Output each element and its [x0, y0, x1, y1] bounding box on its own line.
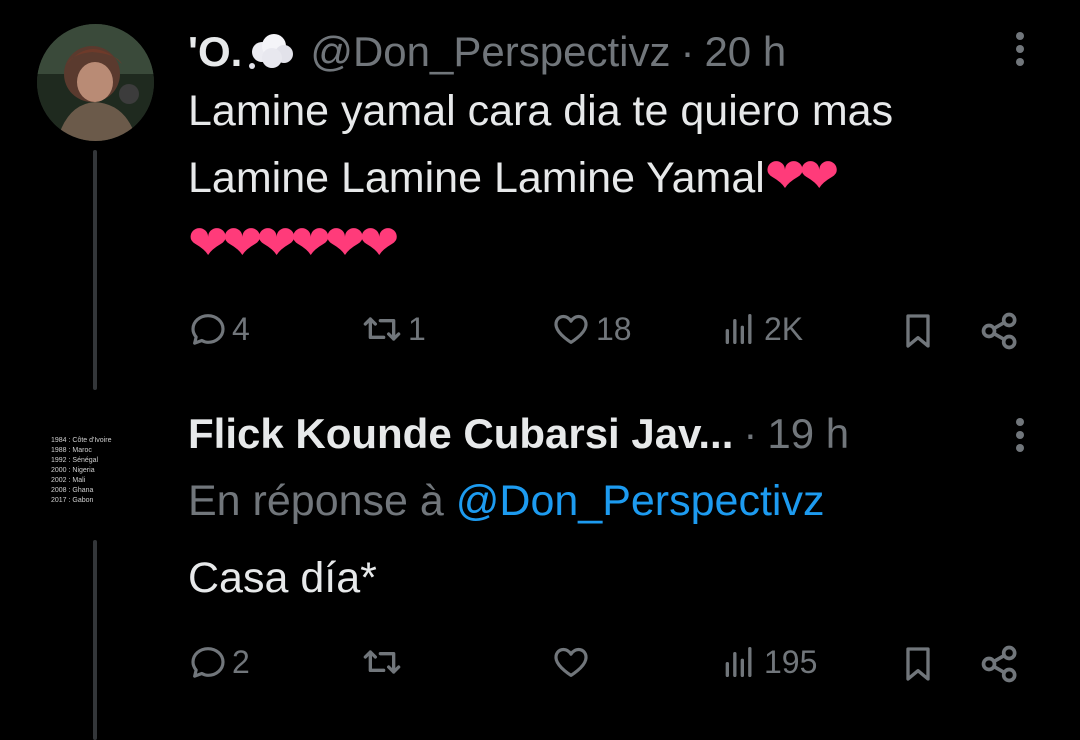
- avatar[interactable]: [37, 24, 154, 141]
- thread-line: [93, 540, 97, 740]
- views-count: 195: [764, 643, 818, 680]
- avatar-image: [37, 24, 154, 141]
- bookmark-button[interactable]: [898, 309, 938, 353]
- views-button[interactable]: 195: [718, 642, 817, 682]
- separator: ·: [743, 410, 758, 457]
- tweet-header: 'O. @Don_Perspectivz · 20 h: [188, 26, 786, 76]
- reply-context: En réponse à @Don_Perspectivz: [188, 468, 824, 534]
- views-icon: [725, 647, 752, 677]
- action-bar: 2 195: [188, 638, 1038, 688]
- handle[interactable]: @Don_Perspectivz: [310, 28, 670, 76]
- heart-emoji-row: ❤❤❤❤❤❤: [188, 217, 399, 270]
- thread-line: [93, 150, 97, 390]
- share-button[interactable]: [978, 642, 1022, 686]
- share-icon: [981, 312, 1017, 350]
- repost-icon: [363, 650, 401, 674]
- reply-count: 4: [232, 310, 250, 347]
- like-count: 18: [596, 310, 632, 347]
- more-options-icon[interactable]: [1015, 32, 1025, 71]
- tweet-header: Flick Kounde Cubarsi Jav... · 19 h: [188, 410, 849, 458]
- heart-emoji-inline: ❤❤: [764, 150, 839, 203]
- more-options-icon[interactable]: [1015, 418, 1025, 457]
- tweet-1[interactable]: 'O. @Don_Perspectivz · 20 h Lamine yamal…: [0, 0, 1080, 390]
- repost-button[interactable]: [360, 642, 408, 682]
- heart-icon: [554, 314, 588, 344]
- separator: ·: [680, 28, 695, 75]
- like-button[interactable]: 18: [550, 309, 632, 349]
- views-button[interactable]: 2K: [718, 309, 803, 349]
- reply-prefix: En réponse à: [188, 477, 444, 525]
- bookmark-icon: [906, 314, 930, 348]
- avatar-image: 1984 : Côte d'Ivoire 1988 : Maroc 1992 :…: [51, 437, 112, 504]
- display-name[interactable]: 'O.: [188, 28, 242, 76]
- bookmark-icon: [906, 647, 930, 681]
- share-button[interactable]: [978, 309, 1022, 353]
- action-bar: 4 1 18 2K: [188, 305, 1038, 355]
- bookmark-button[interactable]: [898, 642, 938, 686]
- repost-count: 1: [408, 310, 426, 347]
- views-count: 2K: [764, 310, 804, 347]
- like-button[interactable]: [550, 642, 596, 682]
- reply-to-link[interactable]: @Don_Perspectivz: [456, 477, 825, 525]
- tweet-text-line-1: Lamine yamal cara dia te quiero mas: [188, 87, 894, 135]
- tweet-text: Lamine yamal cara dia te quiero mas Lami…: [188, 78, 893, 277]
- reply-icon: [191, 647, 225, 678]
- repost-button[interactable]: 1: [360, 309, 426, 349]
- tweet-text: Casa día*: [188, 554, 377, 602]
- reply-button[interactable]: 4: [188, 309, 250, 349]
- timestamp[interactable]: 19 h: [767, 410, 849, 458]
- reply-count: 2: [232, 643, 250, 680]
- tweet-2[interactable]: 1984 : Côte d'Ivoire 1988 : Maroc 1992 :…: [0, 390, 1080, 740]
- reply-button[interactable]: 2: [188, 642, 250, 682]
- heart-icon: [554, 647, 588, 677]
- reply-icon: [191, 314, 225, 345]
- timestamp[interactable]: 20 h: [704, 28, 786, 76]
- share-icon: [981, 645, 1017, 683]
- thought-cloud-icon: [246, 32, 296, 72]
- display-name[interactable]: Flick Kounde Cubarsi Jav...: [188, 410, 733, 458]
- tweet-text-line-2: Lamine Lamine Lamine Yamal❤❤: [188, 150, 839, 203]
- avatar[interactable]: 1984 : Côte d'Ivoire 1988 : Maroc 1992 :…: [37, 408, 154, 525]
- repost-icon: [363, 317, 401, 341]
- views-icon: [725, 314, 752, 344]
